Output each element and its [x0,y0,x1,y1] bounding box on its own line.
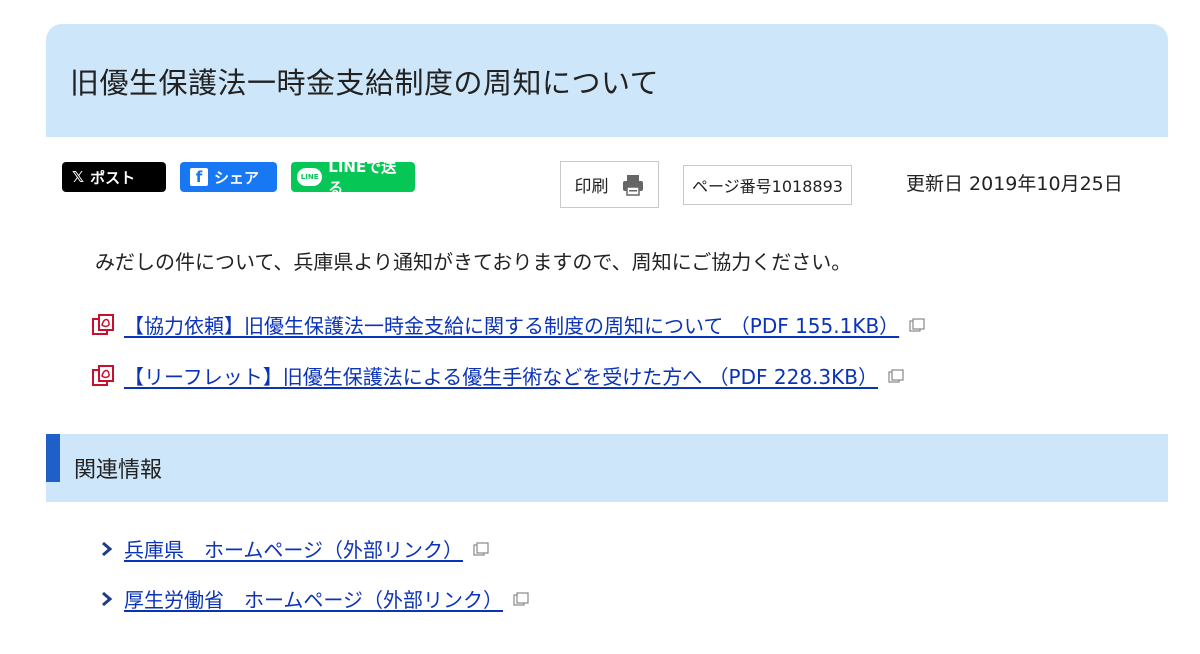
pdf-file-icon [92,364,114,386]
page: 旧優生保護法一時金支給制度の周知について 𝕏 ポスト f シェア LINE LI… [0,0,1200,654]
page-title: 旧優生保護法一時金支給制度の周知について [70,65,660,100]
social-share-bar: 𝕏 ポスト f シェア LINE LINEで送る [62,158,415,197]
new-window-icon [513,591,529,606]
page-number-box: ページ番号1018893 [683,165,852,205]
related-link-hyogo[interactable]: 兵庫県 ホームページ（外部リンク） [124,534,463,563]
line-send-button[interactable]: LINE LINEで送る [291,158,415,197]
file-link-row: 【協力依頼】旧優生保護法一時金支給に関する制度の周知について （PDF 155.… [92,310,925,339]
x-post-label: ポスト [90,168,136,187]
facebook-logo-icon: f [190,168,208,186]
chevron-right-icon [102,541,113,556]
related-link-mhlw[interactable]: 厚生労働省 ホームページ（外部リンク） [124,584,503,613]
updated-date: 更新日 2019年10月25日 [906,173,1123,195]
facebook-share-label: シェア [214,168,260,187]
print-button[interactable]: 印刷 [560,161,659,208]
file-link-cooperation-request[interactable]: 【協力依頼】旧優生保護法一時金支給に関する制度の周知について （PDF 155.… [124,310,899,339]
print-label: 印刷 [574,177,609,197]
file-link-row: 【リーフレット】旧優生保護法による優生手術などを受けた方へ （PDF 228.3… [92,361,904,390]
line-logo-icon: LINE [297,168,323,186]
new-window-icon [909,317,925,332]
line-send-label: LINEで送る [328,158,397,197]
x-post-button[interactable]: 𝕏 ポスト [62,162,166,192]
printer-icon [622,174,643,196]
related-link-row: 兵庫県 ホームページ（外部リンク） [100,534,489,563]
related-info-header: 関連情報 [46,434,1168,502]
intro-text: みだしの件について、兵庫県より通知がきておりますので、周知にご協力ください。 [95,250,852,274]
new-window-icon [473,541,489,556]
facebook-share-button[interactable]: f シェア [180,162,277,192]
related-info-heading: 関連情報 [74,458,163,483]
heading-accent-bar [46,434,60,482]
x-logo-icon: 𝕏 [72,168,85,186]
related-link-row: 厚生労働省 ホームページ（外部リンク） [100,584,529,613]
pdf-file-icon [92,313,114,335]
file-link-leaflet[interactable]: 【リーフレット】旧優生保護法による優生手術などを受けた方へ （PDF 228.3… [124,361,878,390]
chevron-right-icon [102,591,113,606]
title-banner: 旧優生保護法一時金支給制度の周知について [46,24,1168,137]
page-number-text: ページ番号1018893 [692,177,843,196]
new-window-icon [888,368,904,383]
